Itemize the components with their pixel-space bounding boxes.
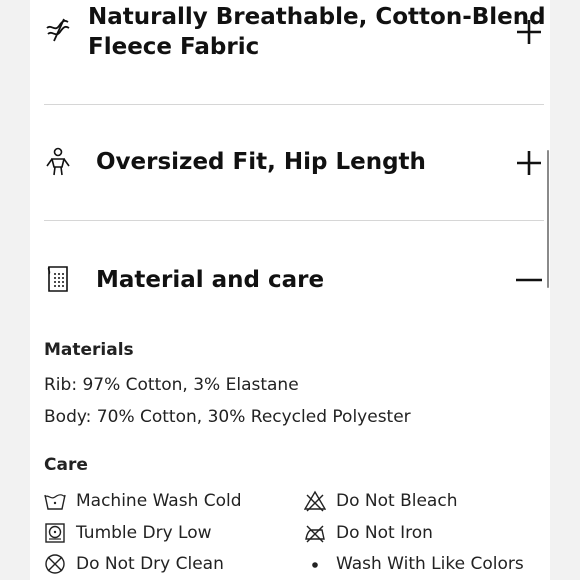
do-not-dry-clean-icon bbox=[44, 553, 66, 575]
accordion-item-material-care[interactable]: Material and care bbox=[30, 221, 550, 321]
do-not-bleach-icon bbox=[303, 490, 327, 512]
machine-wash-cold-icon bbox=[44, 490, 66, 512]
care-item: Machine Wash Cold bbox=[44, 488, 284, 514]
accordion-title-line-1: Naturally Breathable, Cotton-Blend bbox=[88, 4, 546, 30]
scrollbar[interactable] bbox=[547, 150, 549, 288]
care-label: Tumble Dry Low bbox=[76, 523, 212, 543]
care-item: Wash With Like Colors bbox=[304, 551, 534, 577]
care-item: Do Not Bleach bbox=[303, 488, 534, 514]
do-not-iron-icon bbox=[304, 522, 326, 544]
care-item: Do Not Dry Clean bbox=[44, 551, 284, 577]
accordion-title-breathable: Naturally Breathable, Cotton-Blend Fleec… bbox=[88, 2, 546, 62]
materials-line: Body: 70% Cotton, 30% Recycled Polyester bbox=[44, 407, 411, 427]
plus-icon[interactable] bbox=[514, 148, 544, 178]
minus-icon[interactable] bbox=[514, 265, 544, 295]
care-label: Do Not Iron bbox=[336, 523, 433, 543]
accordion-title-material-care: Material and care bbox=[96, 267, 325, 293]
care-label: Wash With Like Colors bbox=[336, 554, 524, 574]
care-item: Do Not Iron bbox=[304, 520, 534, 546]
product-details-panel: Naturally Breathable, Cotton-Blend Fleec… bbox=[30, 0, 550, 580]
care-item: Tumble Dry Low bbox=[44, 520, 284, 546]
accordion-title-fit: Oversized Fit, Hip Length bbox=[96, 149, 426, 175]
materials-line: Rib: 97% Cotton, 3% Elastane bbox=[44, 375, 299, 395]
fabric-swatch-icon bbox=[44, 264, 72, 292]
tumble-dry-low-icon bbox=[44, 522, 66, 544]
breathable-fabric-icon bbox=[44, 16, 72, 44]
care-heading: Care bbox=[44, 455, 88, 475]
accordion-item-fit[interactable]: Oversized Fit, Hip Length bbox=[30, 105, 550, 220]
accordion-title-line-2: Fleece Fabric bbox=[88, 34, 260, 60]
materials-heading: Materials bbox=[44, 340, 134, 360]
accordion-item-breathable[interactable]: Naturally Breathable, Cotton-Blend Fleec… bbox=[30, 0, 550, 104]
bullet-icon bbox=[304, 553, 326, 575]
care-label: Machine Wash Cold bbox=[76, 491, 242, 511]
care-label: Do Not Dry Clean bbox=[76, 554, 224, 574]
care-label: Do Not Bleach bbox=[336, 491, 458, 511]
person-fit-icon bbox=[44, 147, 72, 176]
plus-icon[interactable] bbox=[514, 17, 544, 47]
